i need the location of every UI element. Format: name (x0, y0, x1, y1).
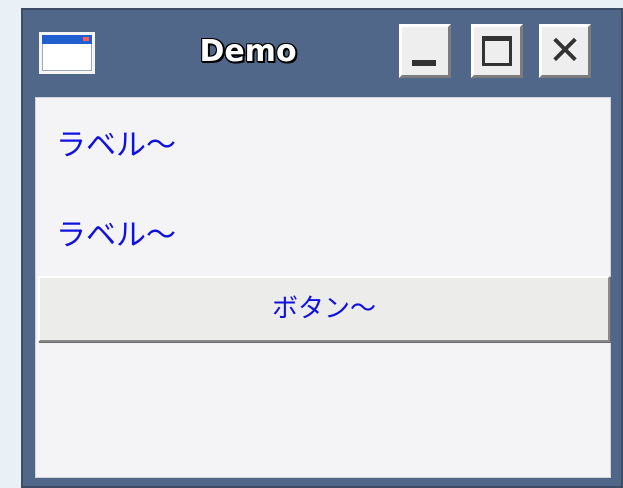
close-button[interactable]: ✕ (539, 24, 591, 78)
minimize-icon (412, 60, 436, 66)
close-icon: ✕ (548, 28, 582, 74)
maximize-button[interactable] (471, 24, 523, 78)
label-2: ラベル〜 (56, 218, 176, 253)
minimize-button[interactable] (399, 24, 451, 78)
background-text: e at a (0, 0, 217, 228)
app-icon-bar (42, 35, 92, 44)
push-button[interactable]: ボタン〜 (38, 276, 610, 342)
window-title: Demo (199, 34, 297, 69)
window-app-icon[interactable] (39, 32, 95, 74)
label-1: ラベル〜 (56, 128, 176, 163)
window-client-area: ラベル〜 ラベル〜 ボタン〜 (35, 97, 611, 478)
title-bar[interactable]: Demo ✕ (23, 10, 621, 95)
demo-window: Demo ✕ ラベル〜 ラベル〜 ボタン〜 (21, 8, 623, 488)
maximize-icon (482, 36, 512, 66)
